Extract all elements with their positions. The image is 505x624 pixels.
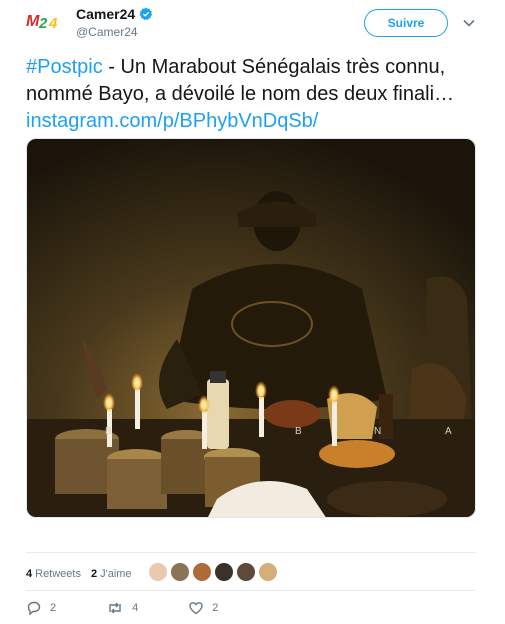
svg-text:2: 2 xyxy=(38,15,48,32)
tweet-text: #Postpic - Un Marabout Sénégalais très c… xyxy=(26,54,496,135)
likes-count: 2 xyxy=(90,568,98,580)
divider-top xyxy=(26,552,476,553)
user-handle[interactable]: @Camer24 xyxy=(76,25,138,39)
liker-avatar[interactable] xyxy=(214,562,234,582)
chevron-down-icon[interactable] xyxy=(462,16,476,30)
liker-avatar[interactable] xyxy=(258,562,278,582)
reply-icon xyxy=(27,601,41,616)
reply-count: 2 xyxy=(50,602,57,614)
liker-avatar[interactable] xyxy=(192,562,212,582)
tweet-stats: 4 Retweets 2 J'aime xyxy=(26,560,142,588)
tweet-actions: 2 4 2 xyxy=(26,598,268,618)
camer24-logo-avatar[interactable]: M 2 4 xyxy=(26,8,66,32)
liker-avatars xyxy=(148,562,278,582)
heart-icon xyxy=(189,602,203,615)
user-name-row[interactable]: Camer24 xyxy=(76,6,153,22)
retweet-icon xyxy=(109,602,121,614)
watermark-a: A xyxy=(445,426,452,437)
tweet-media-photo[interactable]: B B N A xyxy=(26,138,476,518)
retweet-button[interactable]: 4 xyxy=(106,600,138,616)
retweet-count: 4 xyxy=(132,602,139,614)
like-button[interactable]: 2 xyxy=(188,600,218,616)
like-count: 2 xyxy=(212,602,219,614)
divider-bottom xyxy=(26,590,476,591)
watermark-b: B xyxy=(295,426,302,437)
svg-text:4: 4 xyxy=(48,15,58,32)
user-display-name[interactable]: Camer24 xyxy=(76,6,135,22)
retweets-label: Retweets xyxy=(35,568,81,580)
liker-avatar[interactable] xyxy=(170,562,190,582)
reply-button[interactable]: 2 xyxy=(26,600,56,616)
follow-button[interactable]: Suivre xyxy=(364,9,448,37)
watermark-left: B xyxy=(105,426,112,437)
retweets-stat[interactable]: 4 Retweets xyxy=(26,568,81,580)
tweet-header: M 2 4 Camer24 @Camer24 Suivre xyxy=(0,0,505,50)
watermark-n: N xyxy=(374,426,381,437)
liker-avatar[interactable] xyxy=(236,562,256,582)
retweets-count: 4 xyxy=(26,568,33,580)
verified-badge-icon xyxy=(139,7,153,21)
instagram-link[interactable]: instagram.com/p/BPhybVnDqSb/ xyxy=(26,110,318,132)
svg-text:M: M xyxy=(26,13,40,30)
liker-avatar[interactable] xyxy=(148,562,168,582)
likes-label: J'aime xyxy=(100,568,132,580)
hashtag-link[interactable]: #Postpic xyxy=(26,56,103,78)
marabout-photo: B B N A xyxy=(27,139,475,517)
likes-stat[interactable]: 2 J'aime xyxy=(91,568,132,580)
